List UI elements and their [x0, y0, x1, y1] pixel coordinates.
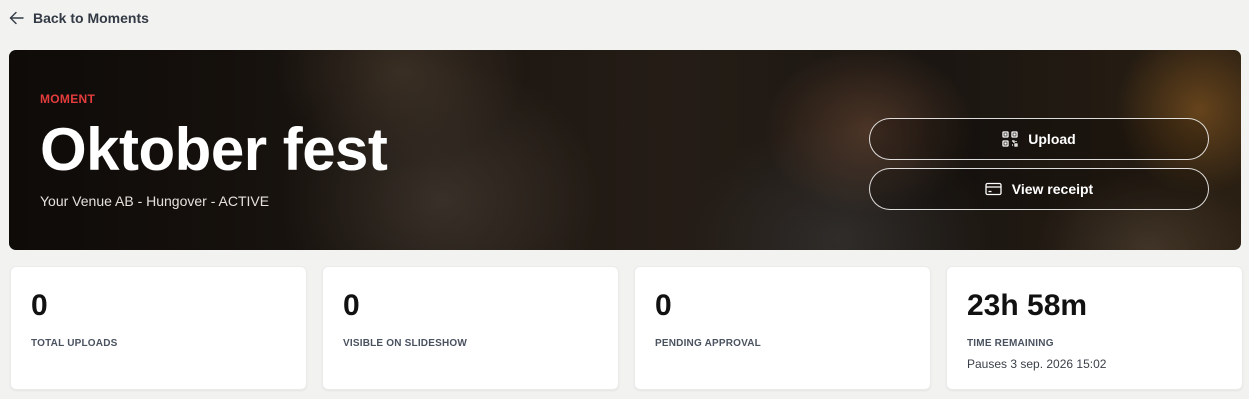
- stat-value: 23h 58m: [967, 289, 1088, 322]
- upload-button-label: Upload: [1028, 131, 1076, 147]
- moment-hero-banner: MOMENT Oktober fest Your Venue AB - Hung…: [9, 50, 1241, 250]
- arrow-left-icon: [9, 11, 24, 25]
- stat-value: 0: [31, 289, 48, 322]
- credit-card-icon: [985, 182, 1002, 196]
- stat-pending-approval: 0 PENDING APPROVAL: [634, 266, 931, 390]
- stat-label: VISIBLE ON SLIDESHOW: [343, 338, 468, 349]
- qr-code-icon: [1002, 131, 1018, 147]
- pause-time-note: Pauses 3 sep. 2026 15:02: [967, 357, 1107, 371]
- stat-value: 0: [655, 289, 672, 322]
- stat-label: TOTAL UPLOADS: [31, 338, 118, 349]
- stats-row: 0 TOTAL UPLOADS 0 VISIBLE ON SLIDESHOW 0…: [10, 266, 1243, 390]
- back-to-moments-link[interactable]: Back to Moments: [9, 10, 149, 26]
- view-receipt-button[interactable]: View receipt: [869, 168, 1209, 210]
- moment-subtitle: Your Venue AB - Hungover - ACTIVE: [40, 193, 270, 209]
- stat-visible-on-slideshow: 0 VISIBLE ON SLIDESHOW: [322, 266, 619, 390]
- moment-eyebrow: MOMENT: [40, 92, 96, 106]
- stat-total-uploads: 0 TOTAL UPLOADS: [10, 266, 307, 390]
- stat-label: TIME REMAINING: [967, 338, 1054, 349]
- moment-title: Oktober fest: [40, 116, 388, 183]
- back-link-label: Back to Moments: [33, 10, 149, 26]
- upload-button[interactable]: Upload: [869, 118, 1209, 160]
- view-receipt-label: View receipt: [1011, 181, 1094, 197]
- stat-label: PENDING APPROVAL: [655, 338, 761, 349]
- stat-value: 0: [343, 289, 360, 322]
- stat-time-remaining: 23h 58m TIME REMAINING Pauses 3 sep. 202…: [946, 266, 1243, 390]
- hero-actions: Upload View receipt: [869, 118, 1209, 210]
